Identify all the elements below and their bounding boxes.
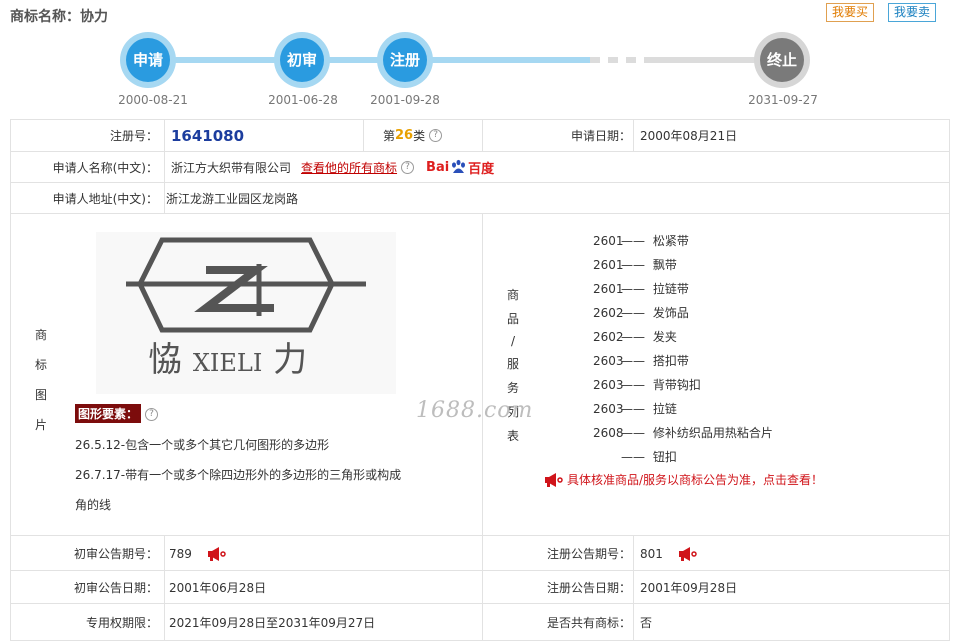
shared-value: 否	[640, 616, 653, 630]
timeline-date-apply: 2000-08-21	[118, 93, 188, 107]
baidu-logo-text: 百度	[468, 162, 495, 177]
prelim-no-value: 789	[169, 546, 192, 561]
megaphone-icon[interactable]	[677, 546, 697, 561]
goods-list-item: 2602—— 发饰品	[593, 306, 689, 320]
shared-label: 是否共有商标：	[546, 616, 631, 630]
reg-no-label: 注册号：	[109, 129, 158, 143]
figure-element-line: 26.7.17-带有一个或多个除四边形外的多边形的三角形或构成	[75, 468, 402, 482]
help-icon[interactable]: ?	[429, 129, 443, 142]
goods-notice-text: 具体核准商品/服务以商标公告为准，点击查看！	[567, 473, 824, 487]
megaphone-icon[interactable]	[206, 546, 226, 561]
figure-elements-header: 图形要素：?	[75, 404, 159, 423]
label-char: 表	[507, 429, 520, 443]
row-address: 申请人地址(中文)： 浙江龙游工业园区龙岗路	[11, 182, 949, 214]
figure-elements-tag: 图形要素：	[75, 404, 142, 423]
logo-text-cn-left: 恊	[148, 340, 182, 380]
row-gazette-no: 初审公告期号： 789 注册公告期号： 801	[11, 535, 949, 571]
sell-button[interactable]: 我要卖	[888, 3, 937, 22]
label-char: 图	[35, 388, 48, 402]
goods-notice-link[interactable]: 具体核准商品/服务以商标公告为准，点击查看！	[543, 471, 823, 488]
logo-text-cn-right: 力	[273, 340, 308, 380]
prelim-no-label: 初审公告期号：	[73, 547, 158, 561]
row-applicant: 申请人名称(中文)： 浙江方大织带有限公司 查看他的所有商标 ? Bai 百度	[11, 151, 949, 183]
trademark-info-table: 注册号： 1641080 第 26 类? 申请日期： 2000年08月21日 申请人…	[10, 119, 950, 641]
goods-list-item: 2603—— 拉链	[593, 402, 677, 416]
baidu-logo-bai: Bai	[426, 160, 450, 175]
reg-no-value: 1641080	[171, 126, 245, 145]
label-char: 商	[507, 288, 520, 302]
trademark-logo-image: 恊 XIELI 力	[96, 232, 396, 394]
label-char: 务	[507, 381, 520, 395]
reg-gazette-no-label: 注册公告期号：	[546, 547, 631, 561]
megaphone-icon	[545, 472, 563, 487]
help-icon[interactable]: ?	[401, 161, 415, 174]
apply-date-value: 2000年08月21日	[640, 129, 738, 143]
timeline-date-register: 2001-09-28	[370, 93, 440, 107]
applicant-label: 申请人名称(中文)：	[52, 161, 158, 175]
label-char: 片	[35, 418, 48, 432]
timeline-node-label: 申请	[126, 38, 170, 82]
timeline-date-terminate: 2031-09-27	[748, 93, 818, 107]
reg-gazette-no-value: 801	[640, 546, 663, 561]
label-char: 标	[35, 358, 48, 372]
timeline-node-label: 初审	[280, 38, 324, 82]
label-char: 商	[35, 328, 48, 342]
class-suffix: 类	[413, 129, 426, 143]
row-reg-no: 注册号： 1641080 第 26 类? 申请日期： 2000年08月21日	[11, 120, 949, 151]
prelim-date-label: 初审公告日期：	[73, 581, 158, 595]
goods-list-item: 2601—— 松紧带	[593, 234, 689, 248]
row-exclusive: 专用权期限： 2021年09月28日至2031年09月27日 是否共有商标： 否	[11, 603, 949, 641]
prelim-date-value: 2001年06月28日	[169, 581, 267, 595]
figure-element-line: 角的线	[75, 498, 112, 512]
class-info: 第 26 类?	[383, 120, 483, 151]
class-number: 26	[395, 128, 414, 143]
goods-list-item: —— 钮扣	[621, 450, 677, 464]
timeline-dashed-bar	[590, 57, 650, 63]
buy-button[interactable]: 我要买	[826, 3, 875, 22]
label-char: 品	[507, 312, 520, 326]
timeline-progress-bar	[150, 57, 590, 63]
timeline-node-prelim: 初审	[274, 32, 330, 88]
goods-list-item: 2608—— 修补纺织品用热粘合片	[593, 426, 773, 440]
timeline-node-terminate: 终止	[754, 32, 810, 88]
goods-list-item: 2602—— 发夹	[593, 330, 677, 344]
reg-date-label: 注册公告日期：	[546, 581, 631, 595]
goods-list-item: 2601—— 拉链带	[593, 282, 689, 296]
timeline-node-label: 终止	[760, 38, 804, 82]
reg-date-value: 2001年09月28日	[640, 581, 738, 595]
baidu-paw-icon	[452, 159, 466, 173]
exclusive-label: 专用权期限：	[85, 616, 158, 630]
image-section-label: 商 标 图 片	[35, 326, 47, 433]
timeline-node-apply: 申请	[120, 32, 176, 88]
site-watermark: 1688.com	[416, 398, 534, 423]
page-title: 商标名称：协力	[10, 9, 108, 25]
address-value: 浙江龙游工业园区龙岗路	[166, 192, 299, 206]
label-char: 服	[507, 357, 520, 371]
timeline-node-label: 注册	[383, 38, 427, 82]
address-label: 申请人地址(中文)：	[52, 192, 158, 206]
all-marks-link[interactable]: 查看他的所有商标	[301, 159, 397, 176]
logo-text-en: XIELI	[192, 349, 263, 377]
figure-element-line: 26.5.12-包含一个或多个其它几何图形的多边形	[75, 438, 330, 452]
exclusive-value: 2021年09月28日至2031年09月27日	[169, 616, 376, 630]
apply-date-label: 申请日期：	[570, 129, 631, 143]
help-icon[interactable]: ?	[145, 408, 159, 421]
goods-list-item: 2601—— 飘带	[593, 258, 677, 272]
baidu-search-link[interactable]: Bai 百度	[426, 158, 494, 177]
applicant-value: 浙江方大织带有限公司	[171, 161, 292, 175]
timeline-node-register: 注册	[377, 32, 433, 88]
goods-list-item: 2603—— 背带钩扣	[593, 378, 701, 392]
class-prefix: 第	[383, 129, 396, 143]
label-char: /	[510, 334, 516, 348]
goods-list-item: 2603—— 搭扣带	[593, 354, 689, 368]
row-gazette-date: 初审公告日期： 2001年06月28日 注册公告日期： 2001年09月28日	[11, 570, 949, 604]
timeline-date-prelim: 2001-06-28	[268, 93, 338, 107]
